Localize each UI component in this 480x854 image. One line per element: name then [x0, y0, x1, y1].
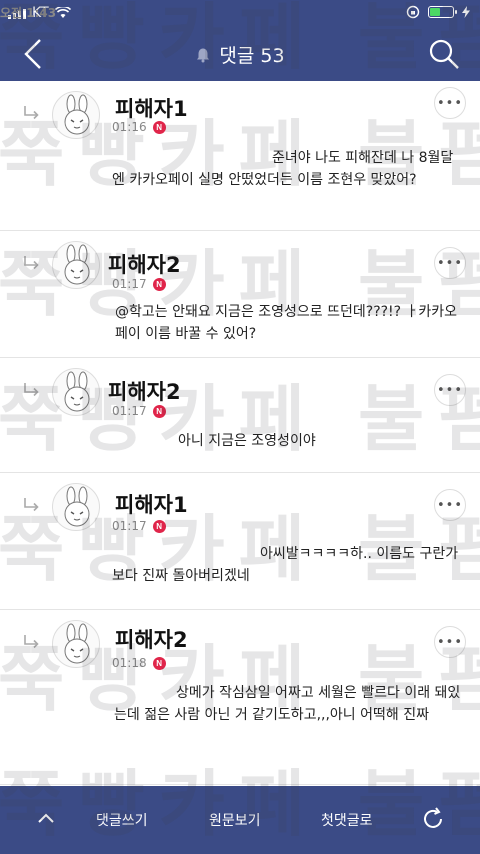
scroll-top-button[interactable] [36, 808, 56, 828]
comment-author[interactable]: 피해자2 [108, 249, 181, 279]
comment-item: 피해자2 01:18 N ••• 상메가 작심삼일 어짜고 세월은 빨르다 이래… [0, 610, 480, 785]
comment-time: 01:18 [112, 656, 147, 670]
bell-icon[interactable] [195, 47, 211, 63]
comment-item: 피해자2 01:17 N ••• 아니 지금은 조영성이야 [0, 358, 480, 473]
more-options-button[interactable]: ••• [434, 374, 466, 406]
more-options-button[interactable]: ••• [434, 626, 466, 658]
first-comment-button[interactable]: 첫댓글로 [321, 810, 373, 830]
page-title: 댓글 53 [219, 45, 285, 67]
more-options-button[interactable]: ••• [434, 87, 466, 119]
reply-arrow-icon [24, 383, 39, 397]
comment-item: 피해자1 01:16 N ••• 준녀야 나도 피해잔데 나 8월달엔 카카오페… [0, 81, 480, 231]
view-original-button[interactable]: 원문보기 [209, 810, 261, 830]
comment-item: 피해자2 01:17 N ••• @학고는 안돼요 지금은 조영성으로 뜨던데?… [0, 231, 480, 358]
more-options-button[interactable]: ••• [434, 489, 466, 521]
comment-time: 01:17 [112, 277, 147, 291]
top-header: KT 오전 1:43 댓글 53 [0, 0, 480, 81]
more-options-button[interactable]: ••• [434, 247, 466, 279]
comment-meta: 01:17 N [112, 404, 166, 418]
comment-meta: 01:16 N [112, 120, 166, 134]
new-badge: N [152, 656, 166, 670]
comment-item: 피해자1 01:17 N ••• 아씨발ㅋㅋㅋㅋ하.. 이름도 구란가보다 진짜… [0, 473, 480, 610]
comment-time: 01:17 [112, 404, 147, 418]
comment-text: 상메가 작심삼일 어짜고 세월은 빨르다 이래 돼있는데 젊은 사람 아닌 거 … [114, 685, 461, 723]
comment-author[interactable]: 피해자2 [108, 376, 181, 406]
new-badge: N [152, 519, 166, 533]
rotation-lock-icon [406, 5, 420, 19]
refresh-icon[interactable] [420, 806, 446, 832]
comment-meta: 01:18 N [112, 656, 166, 670]
nav-bar: 댓글 53 [0, 26, 480, 81]
charging-icon [462, 6, 470, 18]
nav-title-wrap: 댓글 53 [0, 41, 480, 68]
reply-arrow-icon [24, 106, 39, 120]
write-comment-button[interactable]: 댓글쓰기 [96, 810, 148, 830]
status-bar: KT 오전 1:43 [0, 0, 480, 26]
bunny-icon [64, 371, 90, 412]
search-button[interactable] [426, 36, 462, 72]
new-badge: N [152, 277, 166, 291]
comment-list: 피해자1 01:16 N ••• 준녀야 나도 피해잔데 나 8월달엔 카카오페… [0, 81, 480, 786]
avatar[interactable] [52, 620, 100, 668]
bunny-icon [64, 94, 90, 135]
new-badge: N [152, 404, 166, 418]
comment-text: 아씨발ㅋㅋㅋㅋ하.. 이름도 구란가보다 진짜 돌아버리겠네 [112, 546, 459, 584]
comment-meta: 01:17 N [112, 277, 166, 291]
comment-time: 01:16 [112, 120, 147, 134]
comment-author[interactable]: 피해자1 [115, 489, 188, 519]
bottom-bar: 댓글쓰기 원문보기 첫댓글로 [0, 786, 480, 854]
comment-text: @학고는 안돼요 지금은 조영성으로 뜨던데???!? ㅏ카카오페이 이름 바꿀… [115, 304, 458, 342]
reply-arrow-icon [24, 256, 39, 270]
avatar[interactable] [52, 368, 100, 416]
comment-text: 아니 지금은 조영성이야 [178, 433, 316, 449]
reply-arrow-icon [24, 635, 39, 649]
comment-author[interactable]: 피해자1 [115, 93, 188, 123]
comment-time: 01:17 [112, 519, 147, 533]
comment-author[interactable]: 피해자2 [115, 624, 188, 654]
comment-meta: 01:17 N [112, 519, 166, 533]
comment-text: 준녀야 나도 피해잔데 나 8월달엔 카카오페이 실명 안떴었더든 이름 조현우… [112, 150, 454, 188]
bunny-icon [64, 623, 90, 664]
avatar[interactable] [52, 91, 100, 139]
avatar[interactable] [52, 483, 100, 531]
avatar[interactable] [52, 241, 100, 289]
reply-arrow-icon [24, 498, 39, 512]
battery-icon [428, 6, 457, 18]
bunny-icon [64, 486, 90, 527]
bunny-icon [64, 244, 90, 285]
new-badge: N [152, 120, 166, 134]
